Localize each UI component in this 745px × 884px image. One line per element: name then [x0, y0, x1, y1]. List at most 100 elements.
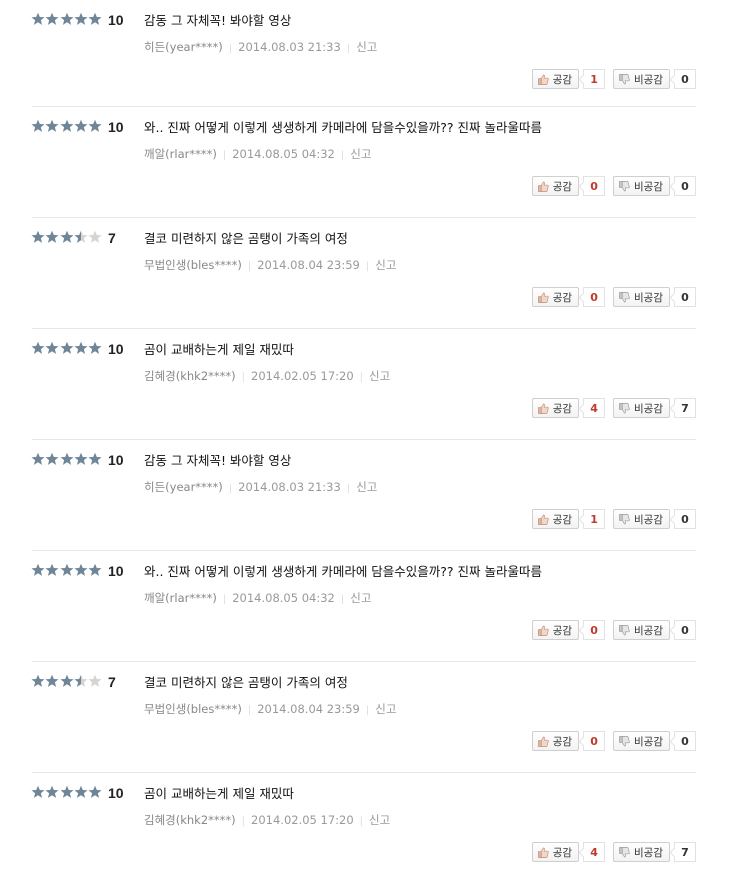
dislike-button[interactable]: 비공감 [613, 69, 670, 89]
like-count: 0 [583, 176, 606, 196]
star-icon [74, 785, 88, 798]
thumbs-down-icon [619, 73, 630, 84]
review-user[interactable]: 깨알(rlar****) [144, 147, 217, 161]
thumbs-down-icon [619, 402, 630, 413]
review-user[interactable]: 김혜경(khk2****) [144, 369, 236, 383]
dislike-button[interactable]: 비공감 [613, 842, 670, 862]
star-icon [60, 12, 74, 25]
report-link[interactable]: 신고 [356, 480, 377, 494]
review-item: 10 와.. 진짜 어떻게 이렇게 생생하게 카메라에 담을수있을까?? 진짜 … [0, 107, 745, 218]
dislike-button[interactable]: 비공감 [613, 287, 670, 307]
like-button[interactable]: 공감 [531, 509, 580, 529]
star-icon [45, 230, 59, 243]
star-icon [45, 341, 59, 354]
review-comment: 결코 미련하지 않은 곰탱이 가족의 여정 [144, 231, 348, 246]
review-user[interactable]: 히든(year****) [144, 40, 223, 54]
report-link[interactable]: 신고 [350, 147, 371, 161]
review-meta: 히든(year****) | 2014.08.03 21:33 | 신고 [144, 480, 377, 496]
meta-divider: | [247, 261, 252, 272]
report-link[interactable]: 신고 [369, 369, 390, 383]
like-button[interactable]: 공감 [531, 398, 580, 418]
star-icon [45, 563, 59, 576]
review-meta: 깨알(rlar****) | 2014.08.05 04:32 | 신고 [144, 147, 371, 163]
review-list: 10 감동 그 자체꼭! 봐야할 영상 히든(year****) | 2014.08… [0, 0, 745, 884]
report-link[interactable]: 신고 [350, 591, 371, 605]
thumbs-down-icon [619, 513, 630, 524]
dislike-label: 비공감 [634, 513, 663, 526]
star-rating [31, 341, 102, 357]
meta-divider: | [241, 816, 246, 827]
like-label: 공감 [552, 846, 573, 859]
meta-divider: | [228, 43, 233, 54]
dislike-button[interactable]: 비공감 [613, 620, 670, 640]
meta-divider: | [340, 150, 345, 161]
review-score: 10 [108, 452, 124, 468]
star-icon [60, 674, 74, 687]
dislike-button[interactable]: 비공감 [613, 176, 670, 196]
review-user[interactable]: 무법인생(bles****) [144, 702, 242, 716]
review-score: 10 [108, 785, 124, 801]
thumbs-down-icon [619, 291, 630, 302]
star-icon [45, 12, 59, 25]
vote-actions: 공감 1 비공감 0 [531, 509, 696, 529]
review-date: 2014.08.04 23:59 [257, 702, 360, 716]
star-icon [31, 119, 45, 132]
star-icon [74, 452, 88, 465]
star-icon [45, 119, 59, 132]
star-icon [74, 674, 88, 687]
star-icon [45, 674, 59, 687]
review-date: 2014.08.03 21:33 [238, 480, 341, 494]
meta-divider: | [340, 594, 345, 605]
meta-divider: | [346, 483, 351, 494]
review-score: 10 [108, 341, 124, 357]
review-item: 10 곰이 교배하는게 제일 재밌따 김혜경(khk2****) | 2014.02… [0, 329, 745, 440]
like-button[interactable]: 공감 [531, 176, 580, 196]
review-item: 10 감동 그 자체꼭! 봐야할 영상 히든(year****) | 2014.08… [0, 440, 745, 551]
like-label: 공감 [552, 513, 573, 526]
report-link[interactable]: 신고 [375, 702, 396, 716]
dislike-count: 7 [674, 842, 696, 862]
like-button[interactable]: 공감 [531, 69, 580, 89]
report-link[interactable]: 신고 [375, 258, 396, 272]
like-label: 공감 [552, 624, 573, 637]
like-button[interactable]: 공감 [531, 287, 580, 307]
meta-divider: | [241, 372, 246, 383]
vote-actions: 공감 4 비공감 7 [531, 842, 696, 862]
like-button[interactable]: 공감 [531, 842, 580, 862]
review-item: 10 와.. 진짜 어떻게 이렇게 생생하게 카메라에 담을수있을까?? 진짜 … [0, 551, 745, 662]
review-user[interactable]: 깨알(rlar****) [144, 591, 217, 605]
meta-divider: | [346, 43, 351, 54]
like-count: 4 [583, 842, 606, 862]
dislike-label: 비공감 [634, 73, 663, 86]
star-icon [31, 12, 45, 25]
star-icon [60, 563, 74, 576]
review-user[interactable]: 김혜경(khk2****) [144, 813, 236, 827]
meta-divider: | [247, 705, 252, 716]
review-user[interactable]: 무법인생(bles****) [144, 258, 242, 272]
dislike-label: 비공감 [634, 624, 663, 637]
star-rating [31, 674, 102, 690]
like-count: 0 [583, 620, 606, 640]
thumbs-down-icon [619, 735, 630, 746]
thumbs-down-icon [619, 624, 630, 635]
dislike-button[interactable]: 비공감 [613, 398, 670, 418]
star-icon [31, 674, 45, 687]
star-icon [31, 341, 45, 354]
review-date: 2014.08.05 04:32 [232, 147, 335, 161]
report-link[interactable]: 신고 [356, 40, 377, 54]
star-icon [88, 119, 102, 132]
like-button[interactable]: 공감 [531, 731, 580, 751]
dislike-button[interactable]: 비공감 [613, 731, 670, 751]
star-icon [45, 452, 59, 465]
report-link[interactable]: 신고 [369, 813, 390, 827]
like-button[interactable]: 공감 [531, 620, 580, 640]
dislike-count: 0 [674, 620, 696, 640]
thumbs-up-icon [537, 74, 549, 85]
review-score: 10 [108, 563, 124, 579]
review-user[interactable]: 히든(year****) [144, 480, 223, 494]
review-comment: 와.. 진짜 어떻게 이렇게 생생하게 카메라에 담을수있을까?? 진짜 놀라울… [144, 564, 543, 579]
review-meta: 히든(year****) | 2014.08.03 21:33 | 신고 [144, 40, 377, 56]
dislike-count: 0 [674, 509, 696, 529]
dislike-button[interactable]: 비공감 [613, 509, 670, 529]
star-icon [60, 452, 74, 465]
